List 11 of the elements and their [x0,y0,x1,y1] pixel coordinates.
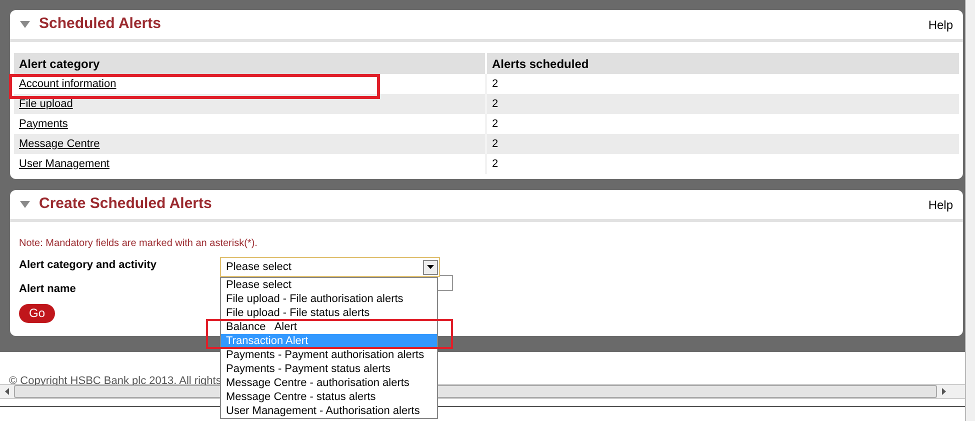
field-label: Alert category and activity [19,258,158,273]
panel-title: Create Scheduled Alerts [39,194,212,214]
table-cell-text: 2 [491,76,500,92]
table-cell-text: 2 [491,136,500,152]
table-cell-text: 2 [491,156,500,172]
table-cell-text: 2 [491,116,500,132]
field-label: Alert name [19,282,77,297]
mandatory-note: Note: Mandatory fields are marked with an asterisk(*). [19,237,258,251]
panel-title: Scheduled Alerts [39,14,161,34]
table-cell-text: 2 [491,96,500,112]
column-header: Alerts scheduled [491,56,590,72]
